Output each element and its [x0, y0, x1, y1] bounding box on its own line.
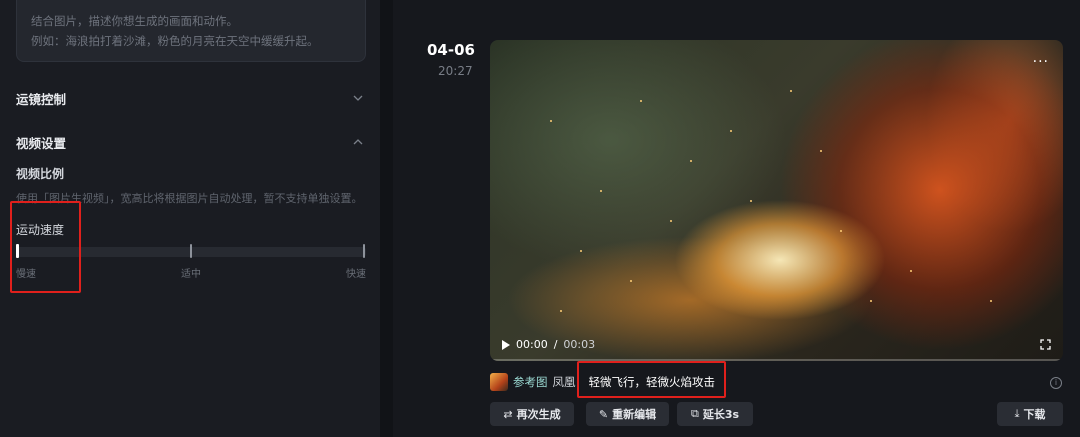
- panel-divider: [380, 0, 393, 437]
- highlight-annotation-box: [577, 361, 726, 398]
- download-icon: ⤓: [1014, 407, 1020, 420]
- extend-button[interactable]: ⧉ 延长3s: [677, 402, 753, 426]
- result-time: 20:27: [438, 64, 473, 78]
- download-label: 下载: [1023, 408, 1046, 421]
- prompt-placeholder-line1: 结合图片，描述你想生成的画面和动作。: [31, 14, 238, 28]
- prompt-input[interactable]: 结合图片，描述你想生成的画面和动作。 例如：海浪拍打着沙滩，粉色的月亮在天空中缓…: [16, 0, 366, 62]
- camera-control-label: 运镜控制: [16, 91, 67, 107]
- video-ratio-label: 视频比例: [16, 167, 65, 181]
- settings-panel: 结合图片，描述你想生成的画面和动作。 例如：海浪拍打着沙滩，粉色的月亮在天空中缓…: [0, 0, 380, 437]
- video-settings-label: 视频设置: [16, 135, 67, 151]
- play-icon[interactable]: [502, 339, 510, 350]
- video-controls: 00:00 / 00:03: [502, 338, 595, 351]
- highlight-annotation-box: [10, 201, 81, 293]
- camera-control-section[interactable]: 运镜控制: [16, 88, 366, 108]
- pencil-icon: ✎: [598, 407, 609, 421]
- video-progress-bar[interactable]: [490, 359, 1063, 361]
- speed-option-fast[interactable]: 快速: [346, 265, 366, 280]
- extend-icon: ⧉: [690, 407, 699, 420]
- info-icon[interactable]: i: [1050, 377, 1062, 389]
- subject-text: 凤凰: [552, 375, 576, 389]
- more-options-icon[interactable]: ···: [1033, 54, 1049, 70]
- slider-tick-medium[interactable]: [190, 244, 192, 258]
- time-separator: /: [553, 338, 558, 351]
- result-date: 04-06: [427, 41, 475, 59]
- regenerate-button[interactable]: ⇄ 再次生成: [490, 402, 574, 426]
- fullscreen-icon[interactable]: [1040, 339, 1051, 350]
- reference-image-label[interactable]: 参考图: [513, 374, 548, 390]
- reedit-button[interactable]: ✎ 重新编辑: [586, 402, 669, 426]
- chevron-up-icon[interactable]: [350, 134, 366, 150]
- slider-tick-fast[interactable]: [363, 244, 365, 258]
- speed-option-medium[interactable]: 适中: [181, 265, 201, 280]
- prompt-placeholder-line2: 例如：海浪拍打着沙滩，粉色的月亮在天空中缓缓升起。: [31, 34, 319, 48]
- reference-thumbnail[interactable]: [490, 373, 508, 391]
- reedit-label: 重新编辑: [612, 408, 657, 421]
- download-button[interactable]: ⤓ 下载: [997, 402, 1063, 426]
- video-player[interactable]: ··· 00:00 / 00:03: [490, 40, 1063, 361]
- video-duration: 00:03: [563, 338, 596, 351]
- regenerate-label: 再次生成: [516, 408, 561, 421]
- video-settings-section[interactable]: 视频设置: [16, 132, 366, 152]
- extend-label: 延长3s: [702, 408, 740, 421]
- chevron-down-icon[interactable]: [350, 90, 366, 106]
- swap-icon: ⇄: [503, 407, 513, 421]
- current-time: 00:00: [516, 338, 548, 351]
